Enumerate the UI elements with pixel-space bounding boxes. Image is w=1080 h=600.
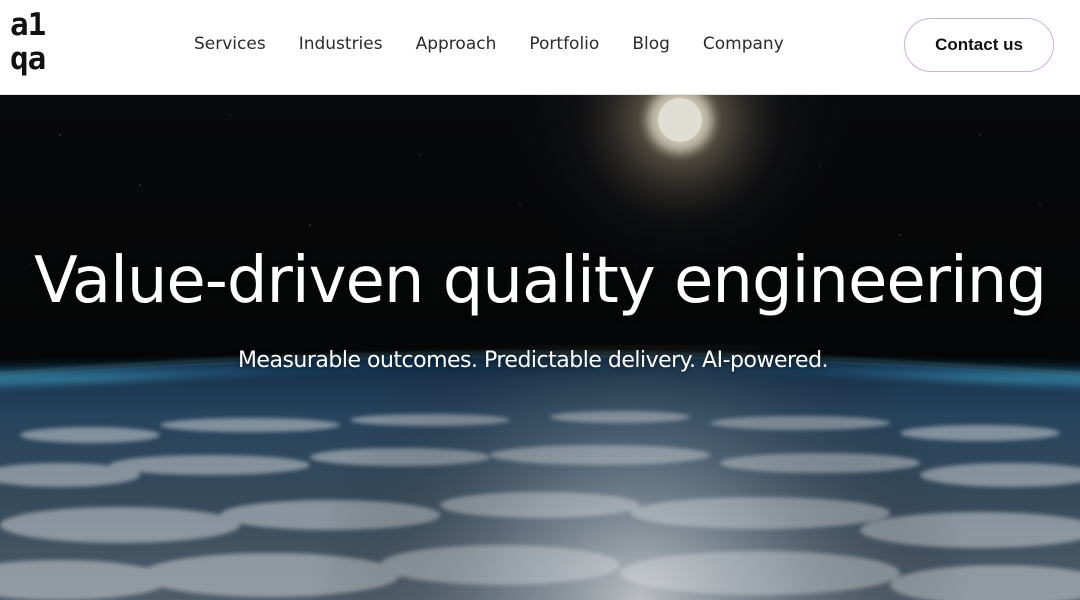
contact-us-button[interactable]: Contact us: [904, 18, 1054, 72]
main-nav: Services Industries Approach Portfolio B…: [194, 32, 817, 56]
nav-item-industries[interactable]: Industries: [299, 32, 383, 56]
nav-item-blog[interactable]: Blog: [632, 32, 670, 56]
nav-item-portfolio[interactable]: Portfolio: [529, 32, 599, 56]
logo-line-2: qa: [10, 41, 46, 77]
hero-subtitle: Measurable outcomes. Predictable deliver…: [237, 348, 829, 373]
site-header: a1 qa Services Industries Approach Portf…: [0, 0, 1080, 95]
page: a1 qa Services Industries Approach Portf…: [0, 0, 1080, 600]
nav-item-approach[interactable]: Approach: [416, 32, 497, 56]
hero-title: Value-driven quality engineering: [34, 244, 1047, 318]
nav-item-company[interactable]: Company: [703, 32, 784, 56]
logo-line-1: a1: [10, 7, 46, 43]
nav-item-services[interactable]: Services: [194, 32, 266, 56]
a1qa-logo[interactable]: a1 qa: [10, 8, 56, 86]
hero-section: Value-driven quality engineering Measura…: [0, 95, 1080, 600]
